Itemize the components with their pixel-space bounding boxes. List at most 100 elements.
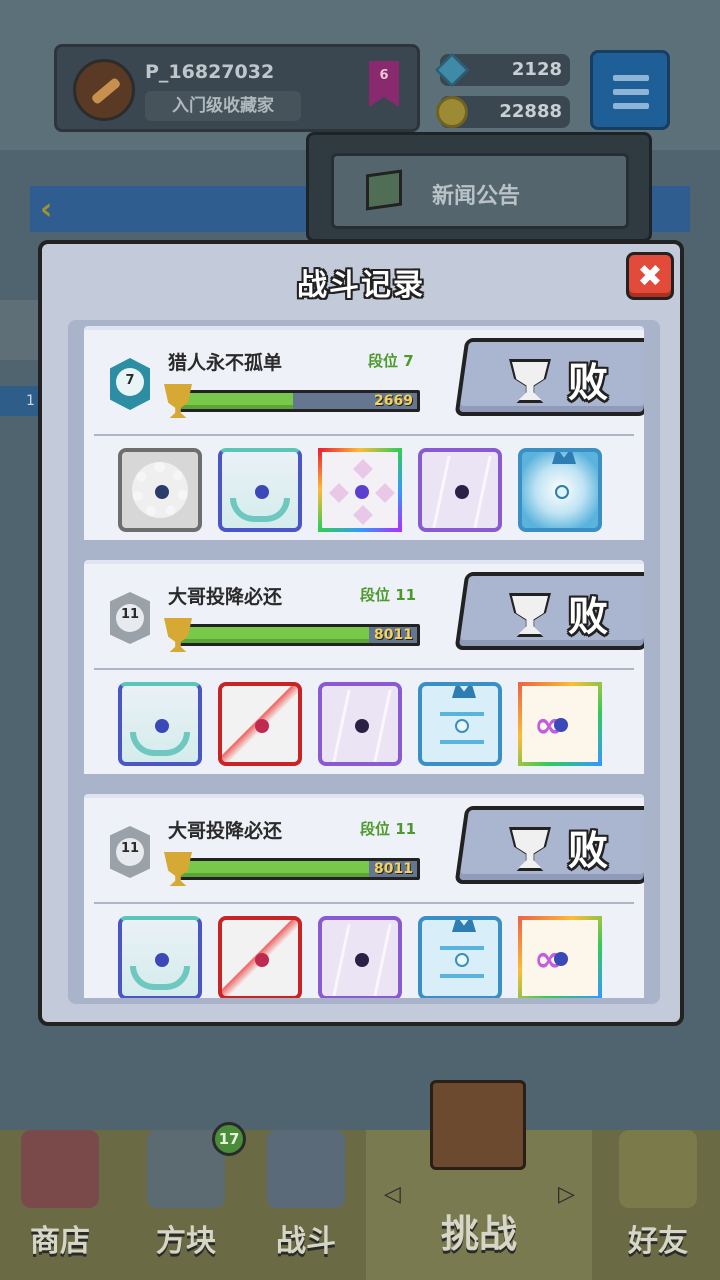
back-arrow-icon[interactable]: ‹: [40, 192, 74, 227]
rank-badge-icon: 11: [110, 826, 150, 878]
opponent-name: 大哥投降必还: [168, 820, 283, 842]
modal-title: 战斗记录: [297, 268, 425, 303]
result-button[interactable]: 败: [454, 338, 644, 416]
dragon-icon: [452, 920, 476, 932]
unit-lineup: ∞: [118, 916, 618, 998]
unit-tile-ice-dragon-runes[interactable]: [418, 916, 502, 998]
level-flag-icon: 6: [369, 61, 399, 107]
news-icon: [366, 169, 402, 211]
unit-tile-healing-hands[interactable]: [118, 916, 202, 998]
nav-friends-label: 好友: [628, 1224, 688, 1259]
battle-record-modal: 战斗记录 ✖ 7 猎人永不孤单 段位 7 2669 败 11 大哥投降必还 段位…: [38, 240, 684, 1026]
result-button[interactable]: 败: [454, 806, 644, 884]
trophy-small-icon: [164, 852, 192, 886]
diamond-icon: [355, 485, 369, 499]
nav-shop-label: 商店: [30, 1224, 90, 1259]
hands-icon: [230, 498, 290, 522]
unit-tile-rainbow-diamond[interactable]: [318, 448, 402, 532]
unit-tile-healing-hands[interactable]: [118, 682, 202, 766]
score-value: 2669: [374, 393, 413, 409]
unit-tile-healing-hands[interactable]: [218, 448, 302, 532]
menu-button[interactable]: [590, 50, 670, 130]
unit-tile-ice-dragon-vortex[interactable]: [518, 448, 602, 532]
close-icon: ✖: [637, 259, 663, 294]
divider: [94, 434, 634, 436]
result-label: 败: [568, 360, 608, 406]
tier-label: 段位 11: [360, 586, 417, 604]
nav-battle[interactable]: 战斗: [256, 1130, 356, 1280]
coin-count: 22888: [499, 101, 562, 122]
news-button[interactable]: 新闻公告: [331, 153, 629, 229]
unit-tile-fire-dragon-infinity[interactable]: ∞: [518, 916, 602, 998]
divider: [94, 902, 634, 904]
result-label: 败: [568, 828, 608, 874]
player-id: P_16827032: [145, 61, 275, 83]
player-title: 入门级收藏家: [145, 91, 301, 121]
hamburger-icon: [613, 75, 649, 81]
close-button[interactable]: ✖: [626, 252, 674, 300]
hands-icon: [130, 732, 190, 756]
gem-icon: [435, 53, 469, 87]
unit-tile-grey-cog[interactable]: [118, 448, 202, 532]
trophy-icon: [512, 362, 548, 400]
signpost-icon: [430, 1080, 526, 1170]
score-fill: [179, 627, 370, 643]
unit-tile-red-slash[interactable]: [218, 682, 302, 766]
news-label: 新闻公告: [432, 184, 521, 209]
rank-badge-number: 11: [120, 841, 140, 856]
tier-label: 段位 11: [360, 820, 417, 838]
nav-left-arrow-icon[interactable]: ◁: [384, 1182, 401, 1207]
battle-record[interactable]: 11 大哥投降必还 段位 11 8011 败 ∞: [84, 794, 644, 998]
opponent-name: 猎人永不孤单: [168, 352, 283, 374]
tier-label: 段位 7: [368, 352, 414, 370]
record-list[interactable]: 7 猎人永不孤单 段位 7 2669 败 11 大哥投降必还 段位 11 801…: [68, 320, 660, 1004]
result-button[interactable]: 败: [454, 572, 644, 650]
hands-icon: [130, 966, 190, 990]
battle-record[interactable]: 11 大哥投降必还 段位 11 8011 败 ∞: [84, 560, 644, 778]
dragon-icon: [552, 452, 576, 464]
nav-shop[interactable]: 商店: [10, 1130, 110, 1280]
trophy-small-icon: [164, 384, 192, 418]
bottom-nav: 商店 17 方块 战斗 挑战 好友: [0, 1122, 720, 1280]
score-value: 8011: [374, 861, 413, 877]
nav-friends[interactable]: 好友: [608, 1130, 708, 1280]
record-list-inner: 7 猎人永不孤单 段位 7 2669 败 11 大哥投降必还 段位 11 801…: [84, 326, 644, 998]
opponent-name: 大哥投降必还: [168, 586, 283, 608]
profile-card[interactable]: P_16827032 入门级收藏家 6: [54, 44, 420, 132]
unit-lineup: ∞: [118, 682, 618, 770]
nav-right-arrow-icon[interactable]: ▷: [558, 1182, 575, 1207]
shop-icon: [21, 1130, 99, 1208]
score-fill: [179, 861, 370, 877]
trophy-small-icon: [164, 618, 192, 652]
score-bar: 8011: [176, 624, 420, 646]
unit-tile-fire-dragon-infinity[interactable]: ∞: [518, 682, 602, 766]
nav-challenge-label: 挑战: [440, 1212, 517, 1256]
slash-icon: [255, 719, 269, 733]
rank-badge-number: 7: [125, 373, 135, 388]
unit-tile-ice-dragon-runes[interactable]: [418, 682, 502, 766]
battle-record[interactable]: 7 猎人永不孤单 段位 7 2669 败: [84, 326, 644, 544]
divider: [94, 668, 634, 670]
side-tab[interactable]: [0, 300, 40, 360]
trophy-icon: [512, 830, 548, 868]
trophy-icon: [512, 596, 548, 634]
result-label: 败: [568, 594, 608, 640]
blocks-badge: 17: [212, 1122, 246, 1156]
nav-blocks-label: 方块: [156, 1224, 216, 1259]
coin-counter[interactable]: 22888: [436, 96, 570, 128]
score-bar: 2669: [176, 390, 420, 412]
battle-icon: [267, 1130, 345, 1208]
unit-tile-purple-crack[interactable]: [418, 448, 502, 532]
slash-icon: [255, 953, 269, 967]
unit-tile-red-slash[interactable]: [218, 916, 302, 998]
gem-counter[interactable]: 2128: [435, 53, 570, 87]
unit-tile-purple-crack[interactable]: [318, 916, 402, 998]
menu-popup: 新闻公告: [306, 132, 652, 242]
side-strip: 1: [0, 386, 40, 416]
avatar[interactable]: [73, 59, 135, 121]
rank-badge-number: 11: [120, 607, 140, 622]
coin-icon: [436, 96, 468, 128]
nav-blocks[interactable]: 17 方块: [136, 1122, 246, 1280]
unit-tile-purple-crack[interactable]: [318, 682, 402, 766]
rank-badge-icon: 11: [110, 592, 150, 644]
